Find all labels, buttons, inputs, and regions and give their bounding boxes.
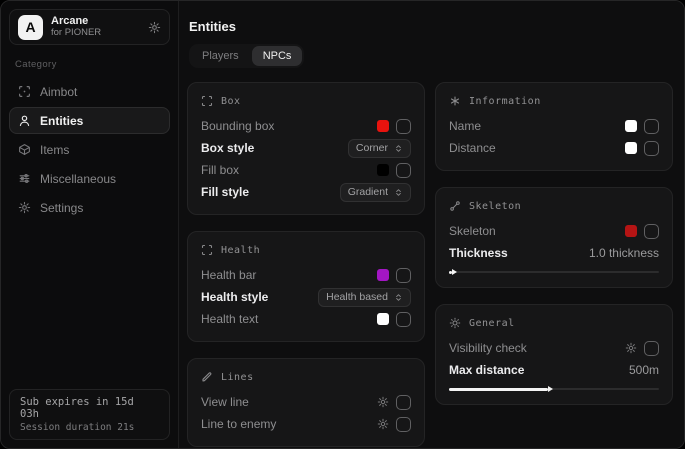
sidebar-item-label: Settings [40, 201, 83, 215]
pencil-icon [201, 371, 213, 383]
setting-row-fill-box: Fill box [201, 159, 411, 181]
checkbox[interactable] [396, 395, 411, 410]
session-duration-text: Session duration 21s [20, 422, 159, 433]
setting-row-max-distance: Max distance 500m [449, 359, 659, 381]
setting-row-fill-style: Fill style Gradient [201, 181, 411, 203]
color-swatch[interactable] [377, 313, 389, 325]
left-column: Box Bounding box Box style Corner [187, 82, 425, 447]
thickness-slider[interactable] [449, 268, 659, 276]
entity-tabs: Players NPCs [189, 44, 304, 68]
setting-row-name: Name [449, 115, 659, 137]
unfold-icon [394, 144, 403, 153]
tab-npcs[interactable]: NPCs [252, 46, 303, 66]
setting-row-distance: Distance [449, 137, 659, 159]
card-general: General Visibility check Max distance 50… [435, 304, 673, 405]
card-health: Health Health bar Health style Health ba… [187, 231, 425, 342]
checkbox[interactable] [644, 141, 659, 156]
unfold-icon [394, 188, 403, 197]
sidebar-item-aimbot[interactable]: Aimbot [9, 78, 170, 105]
scan-icon [201, 95, 213, 107]
sidebar-item-settings[interactable]: Settings [9, 194, 170, 221]
sidebar-item-label: Miscellaneous [40, 172, 116, 186]
window: A Arcane for PIONER Category Aimbot Enti… [0, 0, 685, 449]
sidebar-item-label: Aimbot [40, 85, 77, 99]
setting-row-thickness: Thickness 1.0 thickness [449, 242, 659, 264]
page-title: Entities [189, 19, 673, 34]
cube-icon [18, 143, 31, 156]
max-distance-slider[interactable] [449, 385, 659, 393]
slider-handle[interactable] [449, 271, 452, 274]
card-skeleton: Skeleton Skeleton Thickness 1.0 thicknes… [435, 187, 673, 288]
card-lines: Lines View line Line to enemy [187, 358, 425, 447]
sliders-icon [18, 172, 31, 185]
card-title: General [469, 318, 515, 329]
color-swatch[interactable] [625, 142, 637, 154]
checkbox[interactable] [396, 163, 411, 178]
crosshair-icon [18, 85, 31, 98]
brand-subtitle: for PIONER [51, 28, 140, 39]
checkbox[interactable] [396, 119, 411, 134]
checkbox[interactable] [396, 268, 411, 283]
person-icon [18, 114, 31, 127]
setting-row-line-to-enemy: Line to enemy [201, 413, 411, 435]
box-style-dropdown[interactable]: Corner [348, 139, 411, 158]
max-distance-value: 500m [629, 363, 659, 377]
right-column: Information Name Distance [435, 82, 673, 405]
sub-expiry-text: Sub expires in 15d 03h [20, 396, 159, 420]
gear-icon[interactable] [625, 342, 637, 354]
scan-icon [201, 244, 213, 256]
checkbox[interactable] [644, 119, 659, 134]
category-label: Category [15, 59, 164, 70]
card-title: Information [469, 96, 541, 107]
gear-icon[interactable] [377, 418, 389, 430]
bone-icon [449, 200, 461, 212]
setting-row-health-bar: Health bar [201, 264, 411, 286]
gear-icon[interactable] [377, 396, 389, 408]
setting-row-health-style: Health style Health based [201, 286, 411, 308]
brand-header: A Arcane for PIONER [9, 9, 170, 45]
card-title: Skeleton [469, 201, 521, 212]
sidebar-item-items[interactable]: Items [9, 136, 170, 163]
asterisk-icon [449, 95, 461, 107]
setting-row-health-text: Health text [201, 308, 411, 330]
checkbox[interactable] [396, 417, 411, 432]
thickness-value: 1.0 thickness [589, 246, 659, 260]
sidebar-item-entities[interactable]: Entities [9, 107, 170, 134]
setting-row-view-line: View line [201, 391, 411, 413]
card-title: Box [221, 96, 241, 107]
card-information: Information Name Distance [435, 82, 673, 171]
unfold-icon [394, 293, 403, 302]
color-swatch[interactable] [377, 120, 389, 132]
sidebar-item-miscellaneous[interactable]: Miscellaneous [9, 165, 170, 192]
setting-row-box-style: Box style Corner [201, 137, 411, 159]
subscription-info: Sub expires in 15d 03h Session duration … [9, 389, 170, 440]
card-title: Health [221, 245, 260, 256]
card-title: Lines [221, 372, 254, 383]
color-swatch[interactable] [377, 164, 389, 176]
setting-row-bounding-box: Bounding box [201, 115, 411, 137]
gear-icon[interactable] [148, 21, 161, 34]
checkbox[interactable] [396, 312, 411, 327]
sidebar-item-label: Items [40, 143, 69, 157]
sidebar-item-label: Entities [40, 114, 83, 128]
health-style-dropdown[interactable]: Health based [318, 288, 411, 307]
setting-row-visibility-check: Visibility check [449, 337, 659, 359]
color-swatch[interactable] [625, 225, 637, 237]
fill-style-dropdown[interactable]: Gradient [340, 183, 411, 202]
sidebar: A Arcane for PIONER Category Aimbot Enti… [1, 1, 179, 448]
sidebar-nav: Aimbot Entities Items Miscellaneous [9, 78, 170, 221]
checkbox[interactable] [644, 224, 659, 239]
color-swatch[interactable] [377, 269, 389, 281]
slider-handle[interactable] [449, 388, 548, 391]
checkbox[interactable] [644, 341, 659, 356]
brand-logo: A [18, 15, 43, 40]
setting-row-skeleton: Skeleton [449, 220, 659, 242]
main-panel: Entities Players NPCs Box Bounding box [179, 1, 685, 448]
gear-icon [18, 201, 31, 214]
color-swatch[interactable] [625, 120, 637, 132]
brand-name: Arcane [51, 15, 140, 28]
sun-icon [449, 317, 461, 329]
card-box: Box Bounding box Box style Corner [187, 82, 425, 215]
tab-players[interactable]: Players [191, 46, 250, 66]
